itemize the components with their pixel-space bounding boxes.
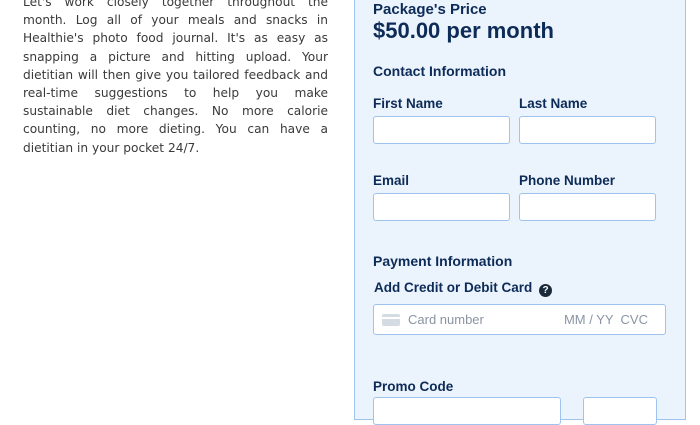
package-price-value: $50.00 per month [373,18,554,43]
package-description: Let's work closely together throughout t… [23,0,328,155]
expiry-cvc-placeholder[interactable]: MM / YY CVC [564,312,648,327]
first-name-field[interactable] [373,116,510,144]
checkout-panel: Package's Price $50.00 per month Contact… [354,0,686,425]
package-price-label: Package's Price [373,1,487,18]
contact-info-heading: Contact Information [373,63,506,79]
question-circle-icon[interactable]: ? [539,284,553,297]
add-card-label: Add Credit or Debit Card [374,280,533,295]
apply-promo-button[interactable] [583,397,657,425]
phone-number-label: Phone Number [519,173,616,188]
first-name-label: First Name [373,96,443,111]
last-name-field[interactable] [519,116,656,144]
payment-info-heading: Payment Information [373,253,513,269]
email-field[interactable] [373,193,510,221]
add-card-label-row: Add Credit or Debit Card ? [374,280,553,297]
credit-card-icon [382,314,400,326]
last-name-label: Last Name [519,96,588,111]
card-input[interactable]: Card number MM / YY CVC [373,304,666,335]
promo-code-field[interactable] [373,397,561,425]
card-number-placeholder[interactable]: Card number [408,312,484,327]
promo-code-label: Promo Code [373,379,454,394]
phone-number-field[interactable] [519,193,656,221]
email-label: Email [373,173,410,188]
